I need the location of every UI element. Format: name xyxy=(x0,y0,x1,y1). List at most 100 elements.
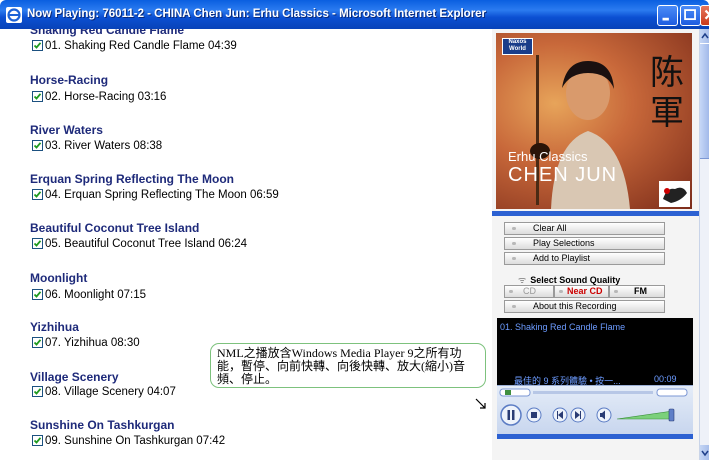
media-player-panel: Naxos World 陈軍 Erhu Classics CHEN JUN Cl… xyxy=(492,29,699,460)
rewind-button[interactable] xyxy=(552,407,568,423)
stop-button[interactable] xyxy=(526,407,542,423)
quality-fm-label: FM xyxy=(634,286,647,296)
track-title: Yizhihua xyxy=(30,320,79,334)
track-row: 01. Shaking Red Candle Flame 04:39 xyxy=(32,40,237,54)
track-row: 09. Sunshine On Tashkurgan 07:42 xyxy=(32,435,225,449)
track-row: 02. Horse-Racing 03:16 xyxy=(32,91,166,105)
track-checkbox[interactable] xyxy=(32,140,43,151)
track-checkbox[interactable] xyxy=(32,189,43,200)
quality-option-cd[interactable]: CD xyxy=(504,285,554,298)
album-cover: Naxos World 陈軍 Erhu Classics CHEN JUN xyxy=(496,33,692,209)
chevron-up-icon xyxy=(701,32,709,39)
track-title: Sunshine On Tashkurgan xyxy=(30,418,175,432)
page-scrollbar[interactable] xyxy=(699,29,709,460)
volume-mute-button[interactable] xyxy=(596,407,612,423)
track-checkbox[interactable] xyxy=(32,386,43,397)
led-indicator-icon xyxy=(512,257,516,260)
track-row: 04. Erquan Spring Reflecting The Moon 06… xyxy=(32,189,279,203)
led-indicator-icon xyxy=(512,242,516,245)
chevron-down-icon xyxy=(701,450,709,457)
track-checkbox[interactable] xyxy=(32,435,43,446)
quality-near-cd-label: Near CD xyxy=(567,286,603,296)
track-title: Beautiful Coconut Tree Island xyxy=(30,221,200,235)
track-label: 01. Shaking Red Candle Flame 04:39 xyxy=(45,40,237,52)
track-row: 03. River Waters 08:38 xyxy=(32,140,162,154)
track-title: Shaking Red Candle Flame xyxy=(30,29,185,37)
track-label: 02. Horse-Racing 03:16 xyxy=(45,91,167,103)
panel-separator xyxy=(492,211,699,216)
volume-slider[interactable] xyxy=(615,408,677,422)
checkmark-icon xyxy=(33,93,42,100)
clear-all-button[interactable]: Clear All xyxy=(504,222,665,235)
close-icon xyxy=(704,9,709,20)
elapsed-time: 00:09 xyxy=(654,374,677,384)
checkmark-icon xyxy=(33,437,42,444)
track-label: 08. Village Scenery 04:07 xyxy=(45,386,176,398)
led-indicator-icon xyxy=(509,290,513,293)
internet-explorer-icon xyxy=(6,7,22,23)
cover-calligraphy: 陈軍 xyxy=(650,53,684,133)
transport-controls xyxy=(497,385,693,434)
led-indicator-icon xyxy=(512,305,516,308)
track-checkbox[interactable] xyxy=(32,289,43,300)
checkmark-icon xyxy=(33,388,42,395)
fast-forward-button[interactable] xyxy=(570,407,586,423)
quality-option-near-cd[interactable]: Near CD xyxy=(554,285,609,298)
cover-artist: CHEN JUN xyxy=(508,164,618,186)
play-selections-label: Play Selections xyxy=(533,238,595,248)
about-recording-label: About this Recording xyxy=(533,301,617,311)
naxos-world-logo: Naxos World xyxy=(502,38,533,55)
track-checkbox[interactable] xyxy=(32,238,43,249)
close-button[interactable] xyxy=(700,5,709,26)
checkmark-icon xyxy=(33,191,42,198)
track-checkbox[interactable] xyxy=(32,40,43,51)
now-playing-track: 01. Shaking Red Candle Flame xyxy=(500,322,626,332)
seek-bar[interactable] xyxy=(497,387,693,399)
track-list: Shaking Red Candle Flame 01. Shaking Red… xyxy=(0,29,492,460)
track-row: 07. Yizhihua 08:30 xyxy=(32,337,140,351)
player-bottom-bar xyxy=(497,434,693,439)
maximize-button[interactable] xyxy=(680,5,701,26)
scroll-thumb[interactable] xyxy=(700,43,709,159)
checkmark-icon xyxy=(33,42,42,49)
track-checkbox[interactable] xyxy=(32,337,43,348)
track-title: Village Scenery xyxy=(30,370,119,384)
track-label: 03. River Waters 08:38 xyxy=(45,140,163,152)
about-recording-button[interactable]: About this Recording xyxy=(504,300,665,313)
resize-cursor-icon xyxy=(475,398,486,409)
cover-subtitle: Erhu Classics xyxy=(508,149,588,164)
clear-all-label: Clear All xyxy=(533,223,567,233)
quality-option-fm[interactable]: FM xyxy=(609,285,665,298)
play-selections-button[interactable]: Play Selections xyxy=(504,237,665,250)
track-label: 05. Beautiful Coconut Tree Island 06:24 xyxy=(45,238,248,250)
checkmark-icon xyxy=(33,339,42,346)
minimize-button[interactable] xyxy=(657,5,678,26)
track-row: 08. Village Scenery 04:07 xyxy=(32,386,176,400)
add-to-playlist-button[interactable]: Add to Playlist xyxy=(504,252,665,265)
track-label: 09. Sunshine On Tashkurgan 07:42 xyxy=(45,435,226,447)
checkmark-icon xyxy=(33,291,42,298)
player-tooltip: NML之播放含Windows Media Player 9之所有功能，暫停、向前… xyxy=(210,343,486,388)
title-bar: Now Playing: 76011-2 - CHINA Chen Jun: E… xyxy=(0,0,709,29)
track-label: 07. Yizhihua 08:30 xyxy=(45,337,140,349)
track-title: Erquan Spring Reflecting The Moon xyxy=(30,172,234,186)
track-title: Horse-Racing xyxy=(30,73,109,87)
scroll-up-button[interactable] xyxy=(700,29,709,43)
track-label: 06. Moonlight 07:15 xyxy=(45,289,147,301)
pause-button[interactable] xyxy=(500,404,522,426)
media-display: 01. Shaking Red Candle Flame 最佳的 9 系列體驗 … xyxy=(497,318,693,386)
scroll-down-button[interactable] xyxy=(700,445,709,460)
track-title: River Waters xyxy=(30,123,103,137)
led-indicator-icon xyxy=(512,227,516,230)
add-to-playlist-label: Add to Playlist xyxy=(533,253,591,263)
led-indicator-icon xyxy=(614,290,618,293)
track-checkbox[interactable] xyxy=(32,91,43,102)
track-row: 06. Moonlight 07:15 xyxy=(32,289,146,303)
map-stamp-icon xyxy=(659,181,690,207)
track-title: Moonlight xyxy=(30,271,88,285)
checkmark-icon xyxy=(33,240,42,247)
quality-cd-label: CD xyxy=(523,286,536,296)
led-indicator-icon xyxy=(559,290,563,293)
maximize-icon xyxy=(684,9,696,21)
minimize-icon xyxy=(662,17,669,21)
